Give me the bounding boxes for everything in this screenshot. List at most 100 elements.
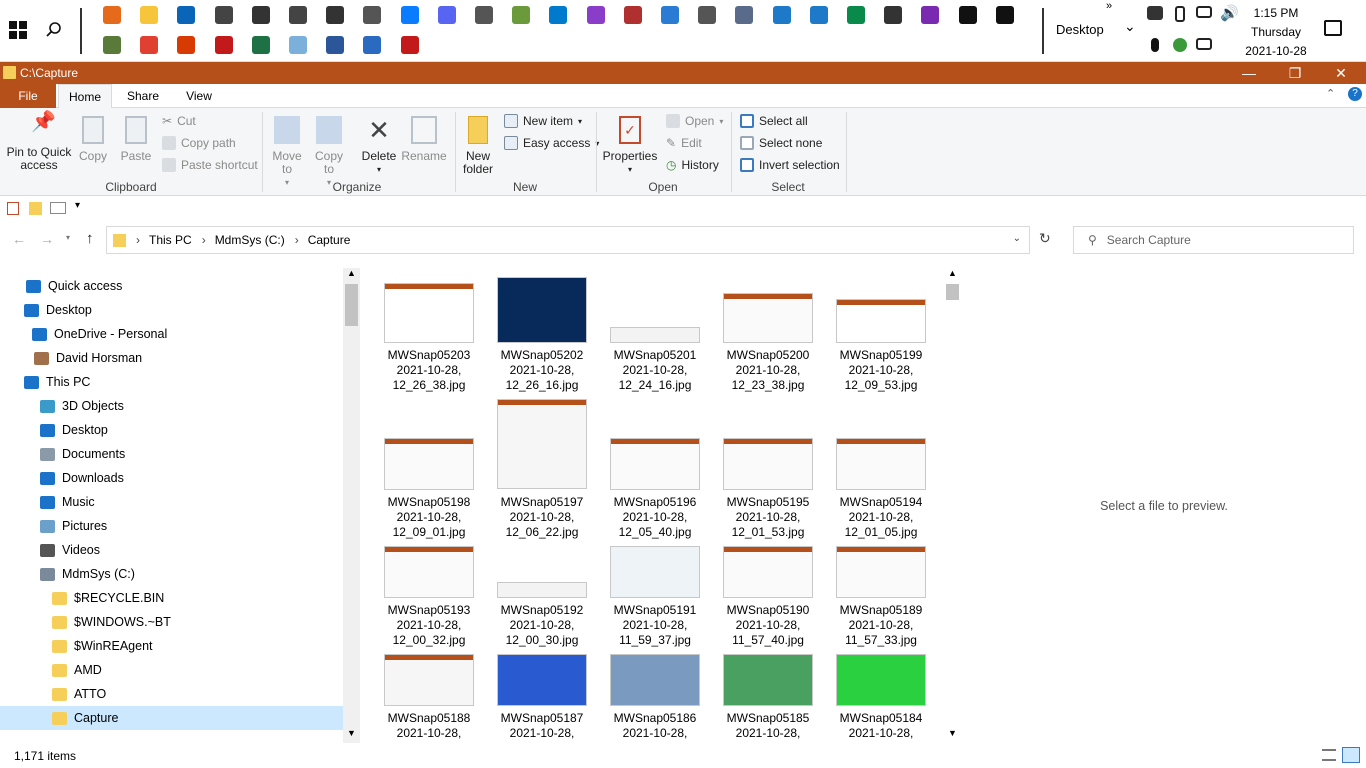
nav-item[interactable]: Quick access: [26, 274, 122, 298]
app-icon[interactable]: [400, 36, 419, 54]
file-thumbnail[interactable]: [497, 654, 587, 706]
file-thumbnail[interactable]: [610, 654, 700, 706]
nav-item[interactable]: AMD: [52, 658, 102, 682]
app-icon[interactable]: [772, 6, 791, 24]
easy-access-button[interactable]: Easy access ▾: [504, 136, 599, 150]
nav-item[interactable]: Desktop: [24, 298, 92, 322]
file-thumbnail[interactable]: [610, 546, 700, 598]
file-item[interactable]: MWSnap05184 2021-10-28,: [825, 711, 937, 741]
scroll-up-icon[interactable]: ▲: [948, 268, 957, 278]
terminal-icon[interactable]: [995, 6, 1014, 24]
file-thumbnail[interactable]: [384, 438, 474, 490]
file-thumbnail[interactable]: [497, 582, 587, 598]
file-explorer-icon[interactable]: [140, 6, 159, 24]
file-thumbnail[interactable]: [723, 654, 813, 706]
large-icons-view-icon[interactable]: [1342, 747, 1360, 763]
select-all-button[interactable]: Select all: [740, 114, 808, 128]
invert-selection-button[interactable]: Invert selection: [740, 158, 840, 172]
file-item[interactable]: MWSnap05195 2021-10-28, 12_01_53.jpg: [712, 495, 824, 540]
app-icon[interactable]: [512, 6, 531, 24]
excel-icon[interactable]: [251, 36, 270, 54]
settings-icon[interactable]: [698, 6, 717, 24]
nav-item[interactable]: Music: [40, 490, 95, 514]
help-icon[interactable]: ?: [1348, 87, 1362, 101]
word-icon[interactable]: [326, 36, 345, 54]
file-thumbnail[interactable]: [836, 546, 926, 598]
app-icon[interactable]: [884, 6, 903, 24]
select-none-button[interactable]: Select none: [740, 136, 822, 150]
file-thumbnail[interactable]: [836, 654, 926, 706]
rename-button[interactable]: Rename: [400, 116, 448, 163]
tray-icon-green[interactable]: [1173, 38, 1187, 52]
nav-item[interactable]: David Horsman: [34, 346, 142, 370]
app-icon[interactable]: [475, 6, 493, 24]
breadcrumb-drive[interactable]: MdmSys (C:): [215, 233, 285, 247]
forward-icon[interactable]: →: [40, 231, 54, 247]
notifications-icon[interactable]: [1324, 20, 1342, 36]
file-item[interactable]: MWSnap05185 2021-10-28,: [712, 711, 824, 741]
file-item[interactable]: MWSnap05186 2021-10-28,: [599, 711, 711, 741]
scroll-up-icon[interactable]: ▲: [347, 268, 356, 278]
app-icon[interactable]: [623, 6, 642, 24]
file-thumbnail[interactable]: [723, 293, 813, 343]
nav-scrollbar[interactable]: ▲ ▼: [343, 268, 360, 743]
paste-shortcut-button[interactable]: Paste shortcut: [162, 158, 258, 172]
minimize-button[interactable]: —: [1226, 62, 1272, 84]
file-item[interactable]: MWSnap05193 2021-10-28, 12_00_32.jpg: [373, 603, 485, 648]
nav-item[interactable]: This PC: [24, 370, 90, 394]
messenger-icon[interactable]: [400, 6, 419, 24]
customize-qat-icon[interactable]: ▾: [75, 200, 80, 211]
file-thumbnail[interactable]: [384, 546, 474, 598]
collapse-ribbon-icon[interactable]: ⌃: [1326, 87, 1335, 100]
nav-item[interactable]: Capture: [0, 706, 343, 730]
file-item[interactable]: MWSnap05192 2021-10-28, 12_00_30.jpg: [486, 603, 598, 648]
scroll-thumb[interactable]: [946, 284, 959, 300]
file-item[interactable]: MWSnap05189 2021-10-28, 11_57_33.jpg: [825, 603, 937, 648]
cut-button[interactable]: ✂ Cut: [162, 114, 196, 128]
file-item[interactable]: MWSnap05196 2021-10-28, 12_05_40.jpg: [599, 495, 711, 540]
volume-icon[interactable]: 🔊: [1220, 4, 1239, 22]
file-item[interactable]: MWSnap05197 2021-10-28, 12_06_22.jpg: [486, 495, 598, 540]
chevron-down-icon[interactable]: ⌄: [1124, 18, 1136, 35]
file-item[interactable]: MWSnap05187 2021-10-28,: [486, 711, 598, 741]
nav-item[interactable]: $RECYCLE.BIN: [52, 586, 164, 610]
nav-item[interactable]: Documents: [40, 442, 125, 466]
nav-item[interactable]: Pictures: [40, 514, 107, 538]
app-icon[interactable]: [289, 6, 307, 24]
tab-view[interactable]: View: [176, 84, 222, 108]
file-scrollbar[interactable]: ▲ ▼: [944, 268, 961, 743]
paste-button[interactable]: Paste: [118, 116, 154, 163]
scroll-thumb[interactable]: [345, 284, 358, 326]
scroll-down-icon[interactable]: ▼: [347, 728, 356, 738]
nav-item[interactable]: Downloads: [40, 466, 124, 490]
app-icon[interactable]: [103, 36, 121, 54]
file-item[interactable]: MWSnap05200 2021-10-28, 12_23_38.jpg: [712, 348, 824, 393]
office-icon[interactable]: [177, 36, 196, 54]
nav-item[interactable]: Desktop: [40, 418, 108, 442]
properties-qat-icon[interactable]: [7, 202, 19, 215]
file-thumbnail[interactable]: [836, 438, 926, 490]
copy-to-button[interactable]: Copy to ▾: [310, 116, 348, 189]
file-thumbnail[interactable]: [497, 399, 587, 489]
scroll-down-icon[interactable]: ▼: [948, 728, 957, 738]
edit-button[interactable]: ✎ Edit: [666, 136, 702, 150]
nav-item[interactable]: 3D Objects: [40, 394, 124, 418]
history-button[interactable]: ◷ History: [666, 158, 719, 172]
app-icon[interactable]: [363, 6, 382, 24]
copy-button[interactable]: Copy: [76, 116, 110, 163]
nav-item[interactable]: ATTO: [52, 682, 106, 706]
refresh-icon[interactable]: ↻: [1039, 230, 1051, 247]
file-item[interactable]: MWSnap05194 2021-10-28, 12_01_05.jpg: [825, 495, 937, 540]
outlook-icon[interactable]: [177, 6, 196, 24]
new-folder-qat-icon[interactable]: [29, 202, 42, 215]
open-button[interactable]: Open ▾: [666, 114, 723, 128]
up-icon[interactable]: ↑: [86, 230, 94, 247]
new-item-button[interactable]: New item ▾: [504, 114, 582, 128]
microphone-icon[interactable]: [1151, 38, 1159, 52]
file-item[interactable]: MWSnap05198 2021-10-28, 12_09_01.jpg: [373, 495, 485, 540]
nav-item[interactable]: $WinREAgent: [52, 634, 153, 658]
app-icon[interactable]: [363, 36, 382, 54]
app-icon[interactable]: [251, 6, 270, 24]
app-icon[interactable]: [661, 6, 679, 24]
back-icon[interactable]: ←: [12, 231, 26, 247]
